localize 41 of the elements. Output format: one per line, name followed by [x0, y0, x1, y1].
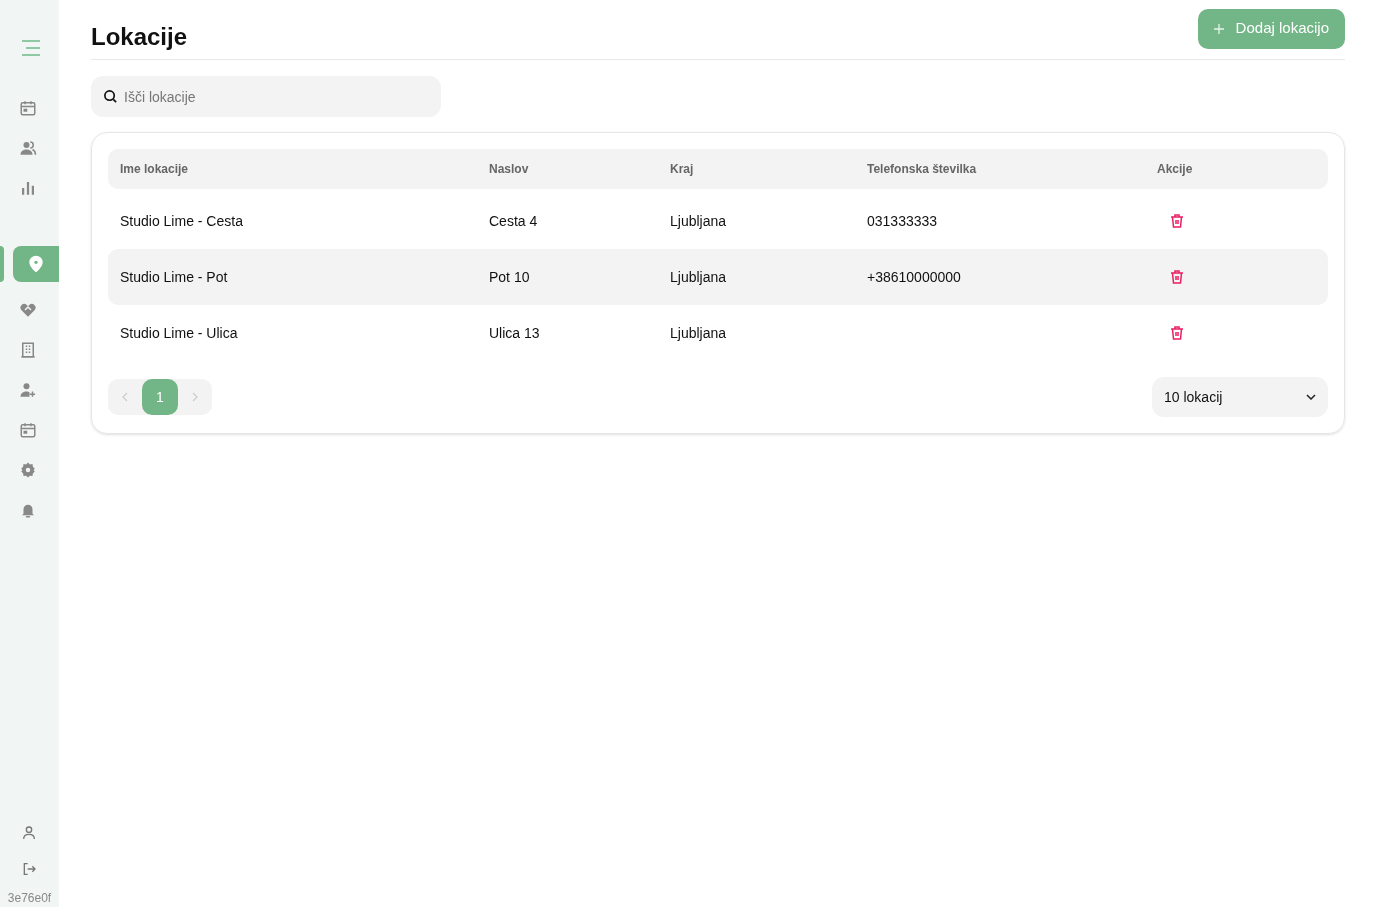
user-plus-icon: [18, 381, 37, 399]
trash-icon[interactable]: [1169, 325, 1185, 341]
logout-icon[interactable]: [21, 861, 38, 877]
table-cell-text: Studio Lime - Pot: [120, 267, 229, 287]
page-size-value: 10 lokacij: [1164, 387, 1223, 407]
column-header: Naslov: [489, 161, 530, 178]
table-cell-text: Ljubljana: [670, 211, 728, 231]
table-cell-text: Ulica 13: [489, 323, 541, 343]
page-button[interactable]: 1: [142, 379, 178, 415]
page-size-select[interactable]: 10 lokacij: [1152, 377, 1328, 417]
trash-icon[interactable]: [1169, 213, 1185, 229]
table-cell-text: Ljubljana: [670, 267, 728, 287]
settings-icon: [18, 461, 37, 479]
user-icon[interactable]: [21, 825, 38, 841]
heart-icon: [18, 301, 37, 319]
version-label: 3e76e0f: [7, 890, 52, 907]
table-cell-text: Ljubljana: [670, 323, 728, 343]
map-pin-icon: [26, 254, 46, 274]
trash-icon[interactable]: [1169, 269, 1185, 285]
column-header: Ime lokacije: [120, 161, 190, 178]
table-cell-text: Pot 10: [489, 267, 531, 287]
page-title: Lokacije: [91, 21, 188, 52]
table-cell-text: 031333333: [867, 211, 939, 231]
column-header: Kraj: [670, 161, 695, 178]
menu-icon[interactable]: [19, 40, 40, 56]
users-icon: [18, 139, 37, 157]
table-cell-text: Studio Lime - Ulica: [120, 323, 239, 343]
table-cell-text: Studio Lime - Cesta: [120, 211, 244, 231]
chevron-down-icon: [1306, 394, 1316, 400]
search-icon: [103, 89, 118, 104]
column-header: Telefonska številka: [867, 161, 978, 178]
calendar-icon: [18, 421, 37, 439]
search-field[interactable]: Išči lokacije: [91, 76, 441, 117]
plus-icon: [1213, 23, 1224, 34]
table-cell-text: Cesta 4: [489, 211, 539, 231]
calendar-icon: [18, 99, 37, 117]
active-indicator: [0, 246, 4, 282]
add-location-button[interactable]: Dodaj lokacijo: [1197, 8, 1345, 49]
building-icon: [18, 341, 37, 359]
table-cell-text: +38610000000: [867, 267, 962, 287]
column-header: Akcije: [1157, 161, 1193, 178]
